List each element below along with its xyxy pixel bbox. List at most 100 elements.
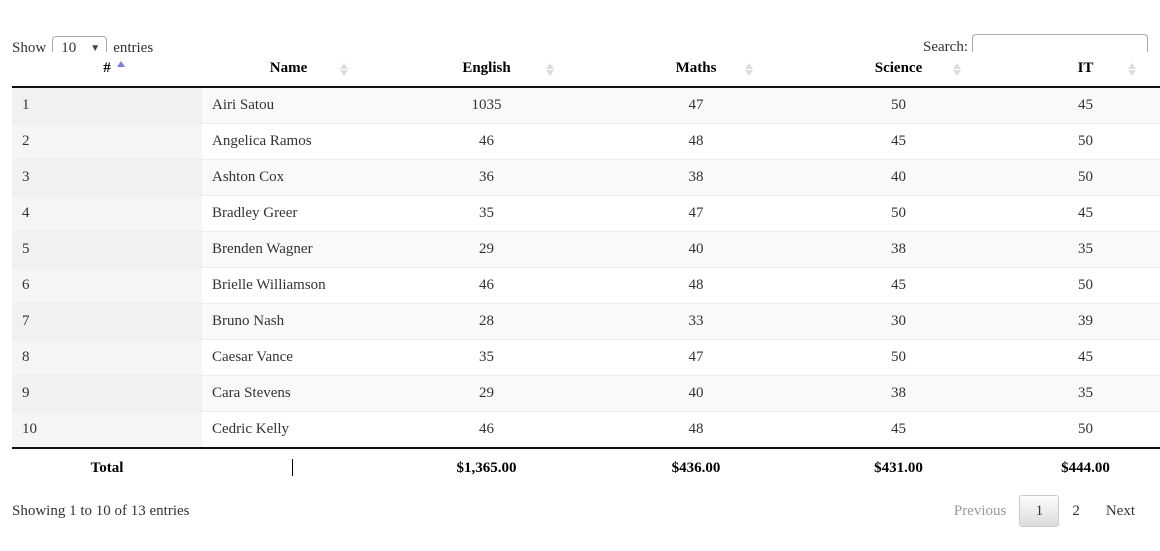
- pagination-page-2[interactable]: 2: [1059, 495, 1093, 527]
- table-controls-bar: Show 102550100 ▼ entries Search:: [12, 10, 1148, 61]
- cell-sci: 45: [794, 123, 1003, 160]
- pagination-previous[interactable]: Previous: [941, 495, 1020, 527]
- table-info: Showing 1 to 10 of 13 entries: [12, 503, 190, 519]
- column-header-it[interactable]: IT: [1003, 52, 1160, 88]
- cell-mat: 40: [598, 375, 794, 412]
- cell-name: Airi Satou: [202, 86, 375, 124]
- cell-it: 39: [1003, 303, 1160, 340]
- footer-total-label: Total: [12, 447, 202, 487]
- table-row[interactable]: 4 Bradley Greer 35 47 50 45: [12, 195, 1160, 232]
- cell-num: 6: [12, 267, 202, 304]
- table-row[interactable]: 1 Airi Satou 1035 47 50 45: [12, 86, 1160, 124]
- cell-sci: 50: [794, 86, 1003, 124]
- cell-eng: 36: [375, 159, 598, 196]
- cell-it: 50: [1003, 267, 1160, 304]
- cell-sci: 38: [794, 375, 1003, 412]
- cell-it: 35: [1003, 375, 1160, 412]
- cell-it: 45: [1003, 195, 1160, 232]
- cell-mat: 47: [598, 86, 794, 124]
- cell-mat: 47: [598, 339, 794, 376]
- cell-name: Bruno Nash: [202, 303, 375, 340]
- footer-total-it: $444.00: [1003, 447, 1160, 487]
- sort-ascending-icon: [117, 61, 126, 74]
- column-header-name-label: Name: [269, 60, 308, 76]
- cell-sci: 50: [794, 339, 1003, 376]
- table-foot: Total $1,365.00 $436.00 $431.00 $444.00: [12, 447, 1160, 487]
- table-row[interactable]: 6 Brielle Williamson 46 48 45 50: [12, 267, 1160, 304]
- column-header-science[interactable]: Science: [794, 52, 1003, 88]
- sort-none-icon: [340, 63, 349, 76]
- cell-eng: 46: [375, 123, 598, 160]
- table-row[interactable]: 10 Cedric Kelly 46 48 45 50: [12, 411, 1160, 448]
- pagination-next[interactable]: Next: [1093, 495, 1148, 527]
- cell-eng: 35: [375, 195, 598, 232]
- table-header-row: # Name English Maths Science IT: [12, 52, 1160, 88]
- cell-name: Angelica Ramos: [202, 123, 375, 160]
- cell-sci: 45: [794, 267, 1003, 304]
- sort-none-icon: [745, 63, 754, 76]
- table-row[interactable]: 3 Ashton Cox 36 38 40 50: [12, 159, 1160, 196]
- footer-name-cell[interactable]: [202, 447, 375, 487]
- cell-name: Brenden Wagner: [202, 231, 375, 268]
- cell-it: 50: [1003, 123, 1160, 160]
- cell-mat: 48: [598, 411, 794, 448]
- cell-sci: 40: [794, 159, 1003, 196]
- cell-sci: 38: [794, 231, 1003, 268]
- column-header-maths[interactable]: Maths: [598, 52, 794, 88]
- cell-mat: 47: [598, 195, 794, 232]
- table-row[interactable]: 5 Brenden Wagner 29 40 38 35: [12, 231, 1160, 268]
- column-header-it-label: IT: [1077, 60, 1094, 76]
- cell-num: 4: [12, 195, 202, 232]
- table-row[interactable]: 8 Caesar Vance 35 47 50 45: [12, 339, 1160, 376]
- table-head: # Name English Maths Science IT: [12, 52, 1160, 88]
- table-row[interactable]: 9 Cara Stevens 29 40 38 35: [12, 375, 1160, 412]
- sort-none-icon: [953, 63, 962, 76]
- cell-sci: 30: [794, 303, 1003, 340]
- cell-name: Bradley Greer: [202, 195, 375, 232]
- cell-name: Cara Stevens: [202, 375, 375, 412]
- column-header-english[interactable]: English: [375, 52, 598, 88]
- cell-sci: 50: [794, 195, 1003, 232]
- cell-it: 45: [1003, 339, 1160, 376]
- table-bottom-bar: Showing 1 to 10 of 13 entries Previous 1…: [12, 495, 1148, 539]
- cell-mat: 38: [598, 159, 794, 196]
- cell-eng: 1035: [375, 86, 598, 124]
- column-header-num[interactable]: #: [12, 52, 202, 88]
- column-header-science-label: Science: [874, 60, 923, 76]
- cell-num: 3: [12, 159, 202, 196]
- footer-total-maths: $436.00: [598, 447, 794, 487]
- cell-it: 45: [1003, 86, 1160, 124]
- column-header-name[interactable]: Name: [202, 52, 375, 88]
- pagination: Previous 1 2 Next: [941, 495, 1148, 527]
- table-row[interactable]: 7 Bruno Nash 28 33 30 39: [12, 303, 1160, 340]
- cell-mat: 33: [598, 303, 794, 340]
- cell-num: 5: [12, 231, 202, 268]
- students-table: # Name English Maths Science IT 1 Airi S…: [12, 52, 1160, 487]
- column-header-maths-label: Maths: [675, 60, 717, 76]
- cell-num: 8: [12, 339, 202, 376]
- cell-eng: 46: [375, 267, 598, 304]
- column-header-num-label: #: [103, 60, 111, 76]
- sort-none-icon: [546, 63, 555, 76]
- column-header-english-label: English: [462, 60, 511, 76]
- pagination-page-1[interactable]: 1: [1019, 495, 1060, 527]
- cell-eng: 35: [375, 339, 598, 376]
- table-body: 1 Airi Satou 1035 47 50 45 2 Angelica Ramos 46 48…: [12, 86, 1160, 448]
- cell-name: Ashton Cox: [202, 159, 375, 196]
- cell-it: 50: [1003, 159, 1160, 196]
- table-row[interactable]: 2 Angelica Ramos 46 48 45 50: [12, 123, 1160, 160]
- datatable-wrapper: Show 102550100 ▼ entries Search: #: [12, 0, 1160, 539]
- cell-mat: 40: [598, 231, 794, 268]
- cell-sci: 45: [794, 411, 1003, 448]
- cell-eng: 29: [375, 375, 598, 412]
- text-caret: [292, 459, 293, 476]
- cell-name: Brielle Williamson: [202, 267, 375, 304]
- cell-mat: 48: [598, 123, 794, 160]
- cell-eng: 28: [375, 303, 598, 340]
- footer-total-english: $1,365.00: [375, 447, 598, 487]
- cell-num: 10: [12, 411, 202, 448]
- cell-mat: 48: [598, 267, 794, 304]
- cell-name: Caesar Vance: [202, 339, 375, 376]
- sort-none-icon: [1128, 63, 1137, 76]
- cell-it: 35: [1003, 231, 1160, 268]
